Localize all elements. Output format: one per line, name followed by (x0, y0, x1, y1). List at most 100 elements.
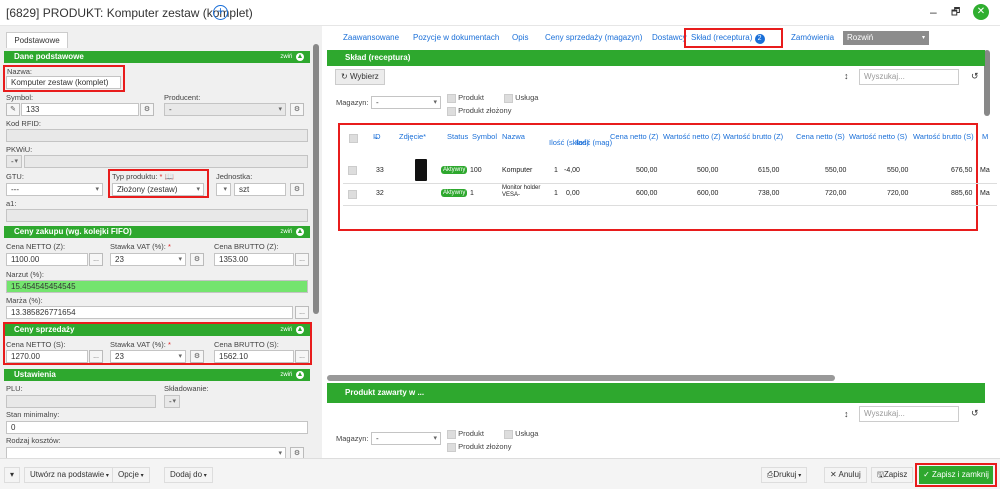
zapisz-button[interactable]: 🖫Zapisz (871, 467, 914, 483)
pkwiu-select[interactable]: - (6, 155, 22, 168)
section-ceny-zakupu: Ceny zakupu (wg. kolejki FIFO) zwiń ▲ (4, 226, 310, 238)
usluga-checkbox-2[interactable]: Usługa (504, 429, 538, 439)
maximize-button[interactable]: 🗗 (951, 5, 960, 22)
magazyn-label: Magazyn: (336, 98, 369, 107)
wybierz-button[interactable]: ↻ Wybierz (335, 69, 385, 85)
drukuj-label: Drukuj (773, 470, 797, 479)
rfid-input[interactable] (6, 129, 308, 142)
gear-icon[interactable]: ⚙ (290, 103, 304, 116)
gear-icon[interactable]: ⚙ (290, 183, 304, 196)
table-row[interactable]: 33 Aktywny 100 Komputer 1 -4,00 500,00 5… (343, 156, 997, 184)
chevron-up-icon: ▲ (296, 371, 304, 379)
gtu-label: GTU: (6, 172, 24, 181)
marza-input[interactable]: 13.385826771654 (6, 306, 293, 319)
produkt-checkbox[interactable]: Produkt (447, 93, 484, 103)
usluga-checkbox[interactable]: Usługa (504, 93, 538, 103)
gear-icon[interactable]: ⚙ (190, 253, 204, 266)
col-wartosc-brutto-z[interactable]: Wartość brutto (Z) (723, 132, 783, 141)
jednostka-input[interactable]: szt (234, 183, 286, 196)
zakup-vat-select[interactable]: 23 (110, 253, 186, 266)
more-button[interactable]: ... (89, 253, 103, 266)
section-produkt-zawarty: Produkt zawarty w ... (327, 383, 985, 403)
produkt-checkbox-2[interactable]: Produkt (447, 429, 484, 439)
row-checkbox[interactable] (348, 190, 357, 199)
zakup-brutto-input[interactable]: 1353.00 (214, 253, 294, 266)
magazyn-select-2[interactable]: - (371, 432, 441, 445)
gear-icon[interactable]: ⚙ (140, 103, 154, 116)
table-row[interactable]: 32 Aktywny 1 Monitor holder VESA- 1 0,00… (343, 184, 997, 206)
tab-zamowienia[interactable]: Zamówienia (791, 33, 834, 42)
tab-dostawcy[interactable]: Dostawcy (652, 33, 687, 42)
tab-pozycje[interactable]: Pozycje w dokumentach (413, 33, 499, 42)
sort-icon[interactable]: ↕ (844, 71, 849, 81)
section-ustawienia: Ustawienia zwiń ▲ (4, 369, 310, 381)
col-wartosc-brutto-s[interactable]: Wartość brutto (S) (913, 132, 974, 141)
tab-zaawansowane[interactable]: Zaawansowane (343, 33, 399, 42)
row-checkbox[interactable] (348, 166, 357, 175)
col-wartosc-netto-s[interactable]: Wartość netto (S) (849, 132, 907, 141)
tab-podstawowe[interactable]: Podstawowe (6, 32, 68, 48)
dodaj-button[interactable]: Dodaj do (164, 467, 213, 483)
col-wartosc-netto-z[interactable]: Wartość netto (Z) (663, 132, 721, 141)
plu-input[interactable] (6, 395, 156, 408)
rozwin-dropdown[interactable]: Rozwiń (843, 31, 929, 45)
col-cena-netto-z[interactable]: Cena netto (Z) (610, 132, 658, 141)
tab-ceny-sprzedazy-magazyn[interactable]: Ceny sprzedaży (magazyn) (545, 33, 642, 42)
a1-input[interactable] (6, 209, 308, 222)
col-m[interactable]: M (982, 132, 988, 141)
tab-opis[interactable]: Opis (512, 33, 528, 42)
section-title: Ustawienia (14, 370, 56, 379)
expand-caret-button[interactable]: ▾ (4, 467, 21, 483)
col-cena-netto-s[interactable]: Cena netto (S) (796, 132, 845, 141)
produkt-zlozony-checkbox-2[interactable]: Produkt złożony (447, 442, 511, 452)
reset-icon[interactable]: ↺ (971, 408, 979, 419)
pencil-icon[interactable]: ✎ (6, 103, 20, 116)
symbol-input[interactable]: 133 (21, 103, 139, 116)
reset-icon[interactable]: ↺ (971, 71, 979, 82)
search-input[interactable]: Wyszukaj... (859, 69, 959, 85)
jednostka-dropdown[interactable] (216, 183, 231, 196)
close-button[interactable]: ✕ (973, 4, 989, 20)
chevron-up-icon: ▲ (296, 228, 304, 236)
utworz-button[interactable]: Utwórz na podstawie (24, 467, 115, 483)
select-all-checkbox[interactable] (349, 134, 358, 143)
rodzaj-kosztow-select[interactable] (6, 447, 286, 458)
search-input-2[interactable]: Wyszukaj... (859, 406, 959, 422)
narzut-label: Narzut (%): (6, 270, 44, 279)
narzut-input[interactable]: 15.454545454545 (6, 280, 308, 293)
sort-icon[interactable]: ↕ (844, 409, 849, 419)
plus-circle-icon[interactable]: + (213, 5, 228, 20)
gear-icon[interactable]: ⚙ (290, 447, 304, 458)
opcje-button[interactable]: Opcje (112, 467, 150, 483)
col-nazwa[interactable]: Nazwa (502, 132, 525, 141)
minimize-button[interactable]: – (930, 5, 937, 19)
cell-wartosc-netto-z: 600,00 (697, 190, 719, 197)
anuluj-label: Anuluj (838, 470, 861, 479)
skladowanie-select[interactable]: - (164, 395, 180, 408)
cell-wartosc-brutto-z: 738,00 (758, 190, 780, 197)
producent-select[interactable]: - (164, 103, 286, 116)
more-button[interactable]: ... (295, 306, 309, 319)
collapse-button[interactable]: zwiń ▲ (280, 51, 304, 63)
refresh-icon: ↻ (341, 72, 348, 81)
magazyn-select[interactable]: - (371, 96, 441, 109)
col-symbol[interactable]: Symbol (472, 132, 497, 141)
left-scrollbar[interactable] (313, 44, 319, 314)
collapse-button[interactable]: zwiń ▲ (280, 369, 304, 381)
zakup-netto-input[interactable]: 1100.00 (6, 253, 88, 266)
highlight-ceny-sprzedazy (3, 322, 312, 365)
save-icon: 🖫 (877, 470, 884, 479)
collapse-button[interactable]: zwiń ▲ (280, 226, 304, 238)
col-ilosc-mag[interactable]: Ilość (mag) (575, 138, 612, 147)
section-title: Ceny zakupu (wg. kolejki FIFO) (14, 227, 132, 236)
drukuj-button[interactable]: ⎙Drukuj (761, 467, 808, 483)
pkwiu-input[interactable] (24, 155, 308, 168)
stan-minimalny-input[interactable]: 0 (6, 421, 308, 434)
anuluj-button[interactable]: ✕ Anuluj (824, 467, 867, 483)
table-horizontal-scrollbar[interactable] (327, 375, 835, 381)
gtu-select[interactable]: --- (6, 183, 103, 196)
more-button[interactable]: ... (295, 253, 309, 266)
col-status[interactable]: Status (447, 132, 468, 141)
col-zdjecie[interactable]: Zdjęcie* (399, 132, 426, 141)
produkt-zlozony-checkbox[interactable]: Produkt złożony (447, 106, 511, 116)
